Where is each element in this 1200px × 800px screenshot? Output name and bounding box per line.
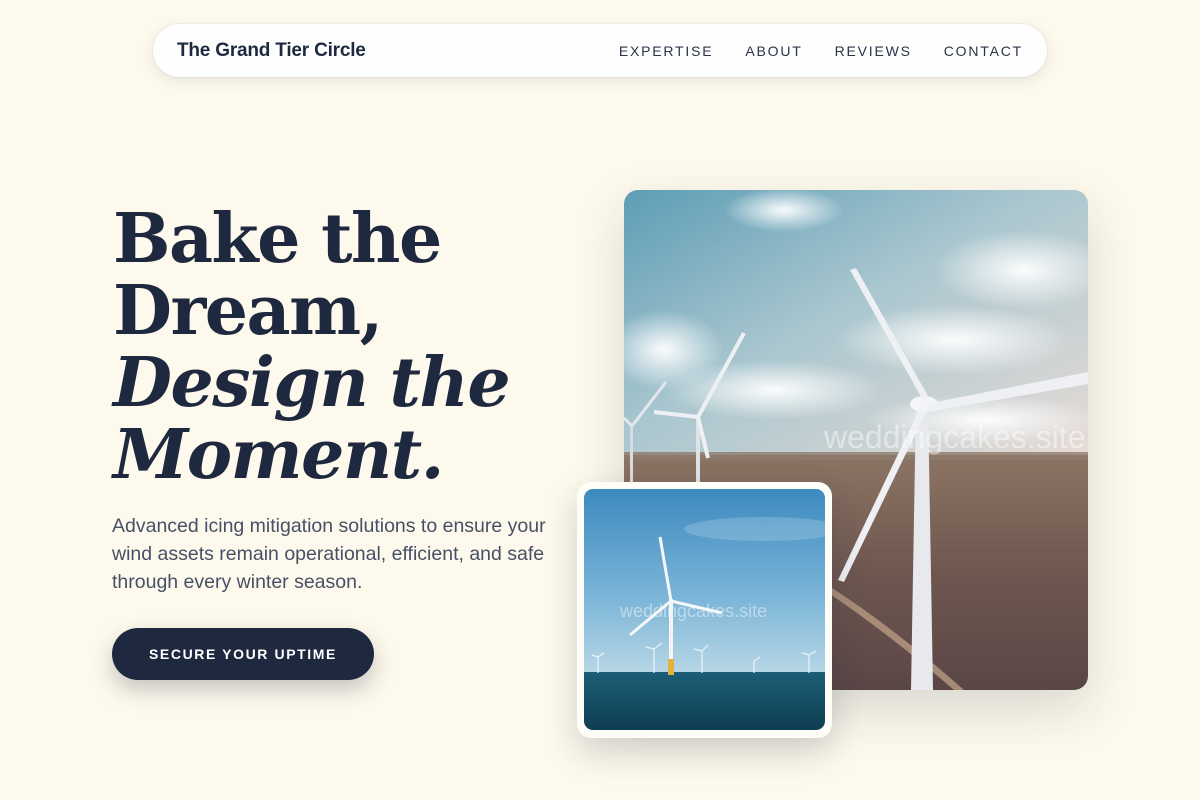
main-image-watermark: weddingcakes.site (823, 419, 1085, 455)
offshore-turbine-image: weddingcakes.site (584, 489, 825, 730)
nav-link-reviews[interactable]: REVIEWS (835, 43, 912, 59)
hero-title-line-4: Moment. (113, 415, 444, 495)
offshore-turbine-illustration: weddingcakes.site (584, 489, 825, 730)
small-image-watermark: weddingcakes.site (619, 601, 767, 621)
brand-logo-text[interactable]: The Grand Tier Circle (177, 40, 366, 62)
nav-link-contact[interactable]: CONTACT (944, 43, 1023, 59)
hero-subtitle: Advanced icing mitigation solutions to e… (112, 515, 546, 593)
hero-title-line-1: Bake the (113, 199, 442, 279)
hero-title: Bake the Dream, Design the Moment. (113, 203, 583, 491)
nav-link-about[interactable]: ABOUT (745, 43, 802, 59)
hero-title-line-3: Design the (113, 343, 511, 423)
offshore-turbine-image-frame: weddingcakes.site (577, 482, 832, 738)
hero-title-line-2: Dream, (113, 271, 383, 351)
secure-uptime-button[interactable]: SECURE YOUR UPTIME (112, 628, 374, 680)
nav-link-expertise[interactable]: EXPERTISE (619, 43, 714, 59)
nav-links: EXPERTISE ABOUT REVIEWS CONTACT (619, 43, 1023, 59)
top-navbar: The Grand Tier Circle EXPERTISE ABOUT RE… (153, 24, 1047, 77)
